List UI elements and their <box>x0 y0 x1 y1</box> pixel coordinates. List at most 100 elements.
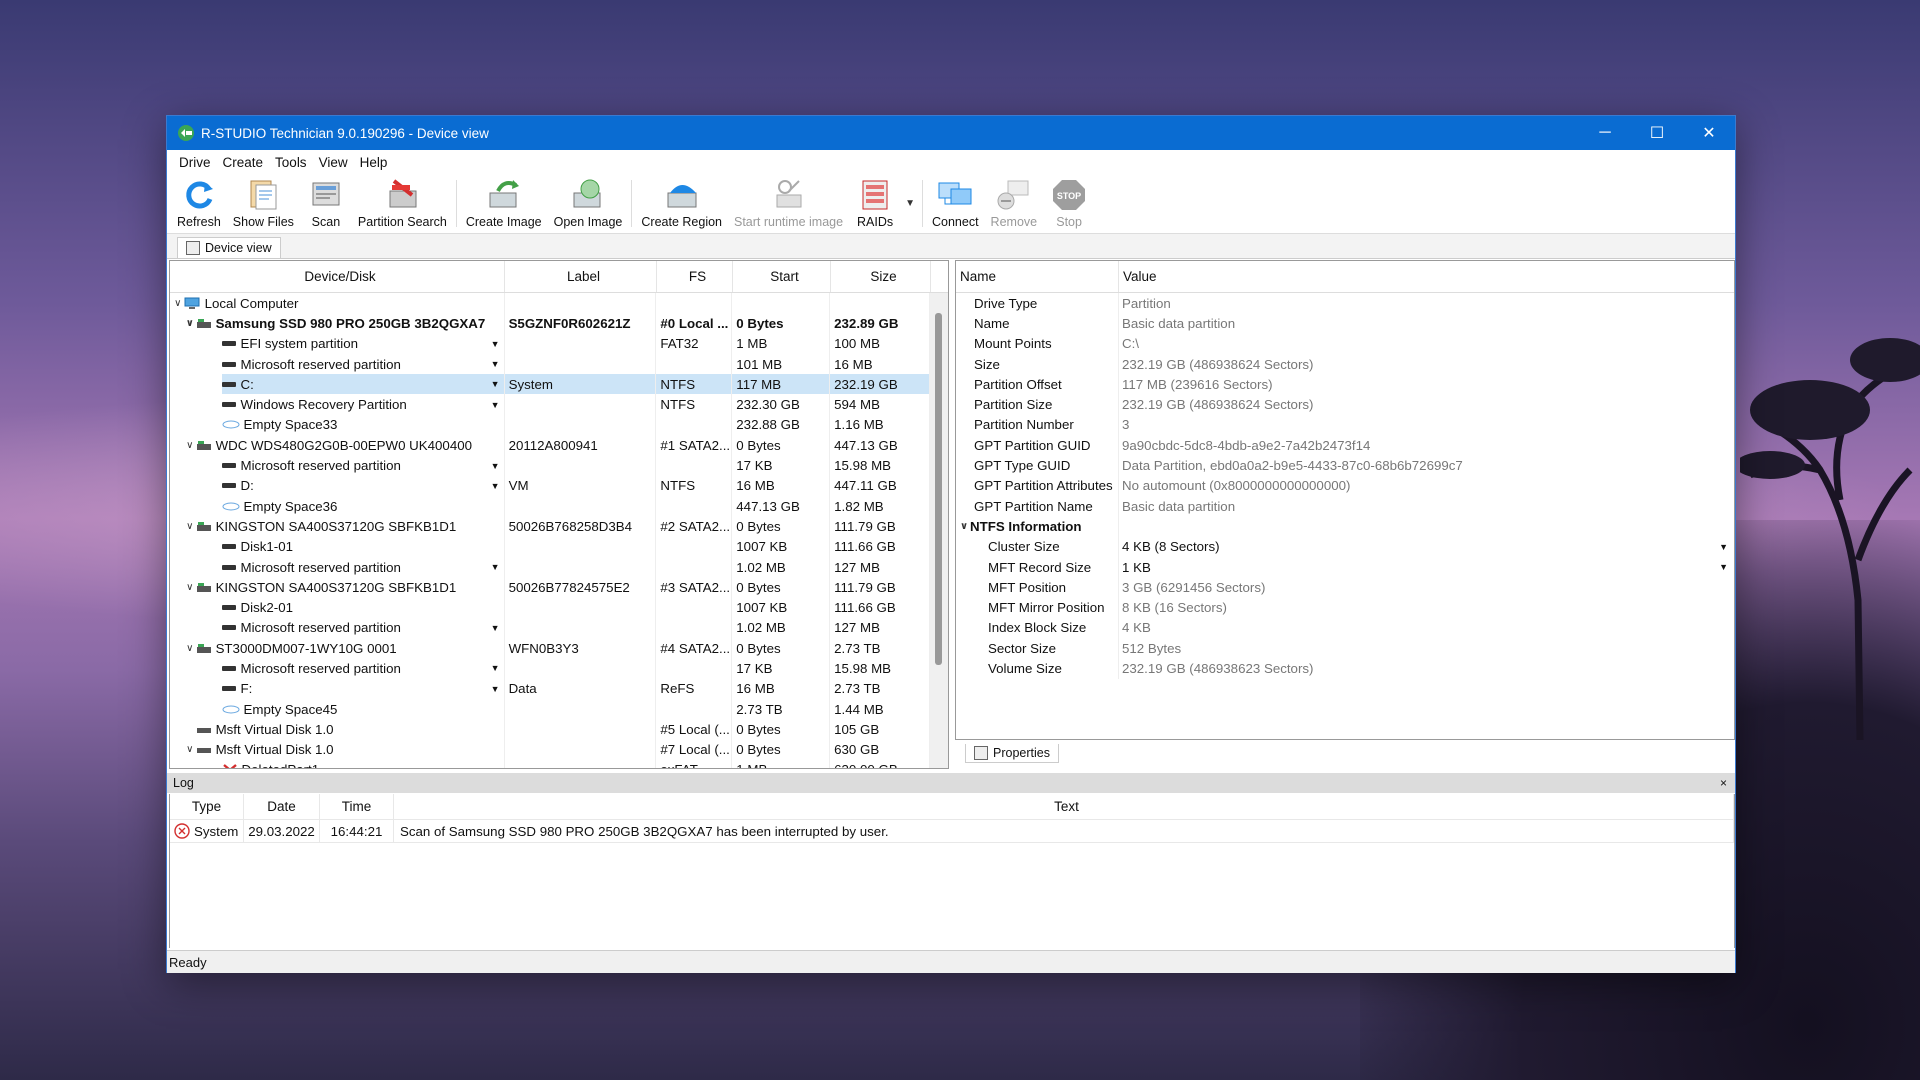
device-row[interactable]: Empty Space45 2.73 TB 1.44 MB <box>170 698 930 720</box>
expand-chevron-icon[interactable]: ∨ <box>184 318 196 329</box>
device-name-cell[interactable]: ∨ Msft Virtual Disk 1.0 <box>170 739 505 760</box>
property-row[interactable]: GPT Type GUID Data Partition, ebd0a0a2-b9… <box>956 455 1734 476</box>
device-row[interactable]: Microsoft reserved partition ▼ 1.02 MB 127 … <box>170 556 930 578</box>
log-row[interactable]: System 29.03.2022 16:44:21 Scan of Samsu… <box>170 820 1734 843</box>
device-row[interactable]: ∨ WDC WDS480G2G0B-00EPW0 UK400400 20112A80… <box>170 435 931 456</box>
expand-chevron-icon[interactable]: ∨ <box>184 440 196 451</box>
tab-device-view[interactable]: Device view <box>177 237 281 258</box>
value-dropdown-icon[interactable]: ▼ <box>1719 562 1728 572</box>
partition-dropdown-icon[interactable]: ▼ <box>491 684 500 694</box>
device-row[interactable]: ∨ Local Computer <box>170 293 930 314</box>
device-name-cell[interactable]: C: ▼ <box>170 374 505 395</box>
col-value[interactable]: Value <box>1119 261 1157 292</box>
scrollbar-thumb[interactable] <box>935 313 942 665</box>
maximize-button[interactable]: ☐ <box>1631 116 1683 150</box>
device-name-cell[interactable]: Disk1-01 <box>170 536 505 557</box>
device-name-cell[interactable]: Msft Virtual Disk 1.0 <box>170 719 505 740</box>
device-row[interactable]: ∨ Samsung SSD 980 PRO 250GB 3B2QGXA7 S5GZN… <box>170 313 931 334</box>
expand-chevron-icon[interactable]: ∨ <box>184 582 196 593</box>
device-name-cell[interactable]: F: ▼ <box>170 678 505 699</box>
device-name-cell[interactable]: Windows Recovery Partition ▼ <box>170 394 505 415</box>
device-name-cell[interactable]: EFI system partition ▼ <box>170 333 505 354</box>
device-name-cell[interactable]: ∨ KINGSTON SA400S37120G SBFKB1D1 <box>170 516 505 537</box>
minimize-button[interactable]: ─ <box>1579 116 1631 150</box>
partition-dropdown-icon[interactable]: ▼ <box>491 562 500 572</box>
log-close-button[interactable]: × <box>1720 776 1727 790</box>
create-region-button[interactable]: Create Region <box>635 174 728 233</box>
device-row[interactable]: DeletedPart1 exFAT1 MB630.00 GB <box>170 759 930 768</box>
col-fs[interactable]: FS <box>657 261 733 292</box>
menu-view[interactable]: View <box>313 155 354 170</box>
partition-dropdown-icon[interactable]: ▼ <box>491 481 500 491</box>
property-row[interactable]: Drive Type Partition <box>956 293 1734 314</box>
device-row[interactable]: Disk1-01 1007 KB 111.66 GB <box>170 536 930 557</box>
collapse-chevron-icon[interactable]: ∨ <box>958 521 970 532</box>
partition-dropdown-icon[interactable]: ▼ <box>491 663 500 673</box>
property-section[interactable]: ∨ NTFS Information <box>956 516 1734 537</box>
property-row[interactable]: Partition Offset 117 MB (239616 Sectors) <box>956 374 1734 395</box>
device-row[interactable]: ∨ KINGSTON SA400S37120G SBFKB1D1 50026B768… <box>170 516 931 537</box>
property-row[interactable]: Name Basic data partition <box>956 313 1734 334</box>
property-row[interactable]: Partition Number 3 <box>956 414 1734 436</box>
property-row[interactable]: MFT Record Size 1 KB ▼ <box>956 556 1734 578</box>
menu-drive[interactable]: Drive <box>173 155 217 170</box>
property-row[interactable]: Sector Size 512 Bytes <box>956 638 1734 659</box>
device-row[interactable]: F: ▼ Data ReFS 16 MB 2.73 TB <box>170 678 930 699</box>
device-name-cell[interactable]: Microsoft reserved partition ▼ <box>170 455 505 476</box>
menu-create[interactable]: Create <box>217 155 270 170</box>
property-row[interactable]: Mount Points C:\ <box>956 333 1734 354</box>
value-dropdown-icon[interactable]: ▼ <box>1719 542 1728 552</box>
device-name-cell[interactable]: ∨ WDC WDS480G2G0B-00EPW0 UK400400 <box>170 435 505 456</box>
device-name-cell[interactable]: Empty Space36 <box>170 495 505 517</box>
device-row[interactable]: Msft Virtual Disk 1.0 #5 Local (... 0 Byte… <box>170 719 931 740</box>
scan-button[interactable]: Scan <box>300 174 352 233</box>
log-col-date[interactable]: Date <box>244 794 320 819</box>
device-name-cell[interactable]: Microsoft reserved partition ▼ <box>170 353 505 375</box>
device-name-cell[interactable]: Microsoft reserved partition ▼ <box>170 617 505 639</box>
device-name-cell[interactable]: DeletedPart1 <box>170 759 505 768</box>
log-col-type[interactable]: Type <box>170 794 244 819</box>
device-row[interactable]: Disk2-01 1007 KB 111.66 GB <box>170 597 930 618</box>
device-scrollbar[interactable] <box>930 293 948 768</box>
property-row[interactable]: GPT Partition GUID 9a90cbdc-5dc8-4bdb-a9e… <box>956 435 1734 456</box>
device-name-cell[interactable]: Microsoft reserved partition ▼ <box>170 556 505 578</box>
close-button[interactable]: ✕ <box>1683 116 1735 150</box>
device-name-cell[interactable]: Empty Space33 <box>170 414 505 436</box>
col-size[interactable]: Size <box>831 261 931 292</box>
col-device-disk[interactable]: Device/Disk <box>170 261 505 292</box>
partition-dropdown-icon[interactable]: ▼ <box>491 461 500 471</box>
property-row[interactable]: GPT Partition Name Basic data partition <box>956 495 1734 517</box>
start-runtime-image-button[interactable]: Start runtime image <box>728 174 849 233</box>
partition-dropdown-icon[interactable]: ▼ <box>491 623 500 633</box>
property-row[interactable]: MFT Position 3 GB (6291456 Sectors) <box>956 577 1734 598</box>
expand-chevron-icon[interactable]: ∨ <box>184 744 196 755</box>
col-label[interactable]: Label <box>505 261 657 292</box>
expand-chevron-icon[interactable]: ∨ <box>172 298 184 309</box>
property-row[interactable]: Index Block Size 4 KB <box>956 617 1734 639</box>
device-row[interactable]: ∨ ST3000DM007-1WY10G 0001 WFN0B3Y3 #4 SATA2… <box>170 638 931 659</box>
partition-dropdown-icon[interactable]: ▼ <box>491 379 500 389</box>
menu-help[interactable]: Help <box>354 155 394 170</box>
device-row[interactable]: Empty Space36 447.13 GB 1.82 MB <box>170 495 930 517</box>
partition-dropdown-icon[interactable]: ▼ <box>491 339 500 349</box>
connect-button[interactable]: Connect <box>926 174 985 233</box>
device-row[interactable]: ∨ Msft Virtual Disk 1.0 #7 Local (... 0 Byt… <box>170 739 931 760</box>
tab-properties[interactable]: Properties <box>965 744 1059 763</box>
raids-button[interactable]: RAIDs <box>849 174 901 233</box>
open-image-button[interactable]: Open Image <box>548 174 629 233</box>
partition-dropdown-icon[interactable]: ▼ <box>491 359 500 369</box>
col-name[interactable]: Name <box>956 261 1119 292</box>
menu-tools[interactable]: Tools <box>269 155 313 170</box>
log-col-text[interactable]: Text <box>394 794 1734 819</box>
raids-dropdown-icon[interactable]: ▼ <box>905 198 915 209</box>
device-name-cell[interactable]: ∨ Samsung SSD 980 PRO 250GB 3B2QGXA7 <box>170 313 505 334</box>
device-row[interactable]: Microsoft reserved partition ▼ 1.02 MB 127 … <box>170 617 930 639</box>
device-name-cell[interactable]: D: ▼ <box>170 475 505 496</box>
device-row[interactable]: EFI system partition ▼ FAT32 1 MB 100 MB <box>170 333 930 354</box>
device-name-cell[interactable]: Microsoft reserved partition ▼ <box>170 658 505 679</box>
partition-search-button[interactable]: Partition Search <box>352 174 453 233</box>
device-name-cell[interactable]: ∨ ST3000DM007-1WY10G 0001 <box>170 638 505 659</box>
col-start[interactable]: Start <box>733 261 831 292</box>
device-row[interactable]: Microsoft reserved partition ▼ 101 MB 16 MB <box>170 353 930 375</box>
device-row[interactable]: Microsoft reserved partition ▼ 17 KB 15.98 … <box>170 455 930 476</box>
